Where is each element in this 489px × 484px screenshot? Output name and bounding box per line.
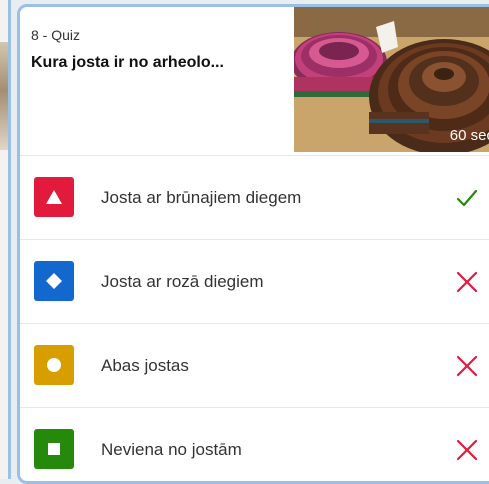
previous-card-image — [0, 42, 8, 150]
circle-badge — [34, 345, 74, 385]
diamond-badge — [34, 261, 74, 301]
previous-card-edge[interactable] — [0, 0, 11, 479]
question-title: Kura josta ir no arheolo... — [31, 54, 224, 71]
question-image: 60 sec — [294, 7, 489, 152]
question-time-limit: 60 sec — [449, 127, 489, 144]
cross-icon — [456, 271, 478, 293]
quiz-question-card[interactable]: 8 - Quiz Kura josta ir no arheolo... 60 … — [17, 4, 489, 484]
answer-list: Josta ar brūnajiem diegem Josta ar rozā … — [20, 155, 489, 481]
answer-option[interactable]: Neviena no jostām — [20, 407, 489, 481]
question-number: 8 - Quiz — [31, 27, 81, 43]
answer-text: Josta ar brūnajiem diegem — [101, 188, 302, 207]
cross-icon — [456, 439, 478, 461]
triangle-icon — [46, 190, 62, 204]
circle-icon — [47, 358, 61, 372]
square-badge — [34, 429, 74, 469]
answer-option[interactable]: Josta ar rozā diegiem — [20, 239, 489, 323]
answer-text: Neviena no jostām — [101, 440, 242, 459]
checkmark-icon — [456, 189, 478, 207]
square-icon — [48, 443, 60, 455]
triangle-badge — [34, 177, 74, 217]
answer-text: Josta ar rozā diegiem — [101, 272, 264, 291]
diamond-icon — [46, 273, 62, 289]
answer-text: Abas jostas — [101, 356, 189, 375]
answer-option[interactable]: Josta ar brūnajiem diegem — [20, 155, 489, 239]
answer-option[interactable]: Abas jostas — [20, 323, 489, 407]
question-header: 8 - Quiz Kura josta ir no arheolo... 60 … — [20, 7, 489, 155]
cross-icon — [456, 355, 478, 377]
